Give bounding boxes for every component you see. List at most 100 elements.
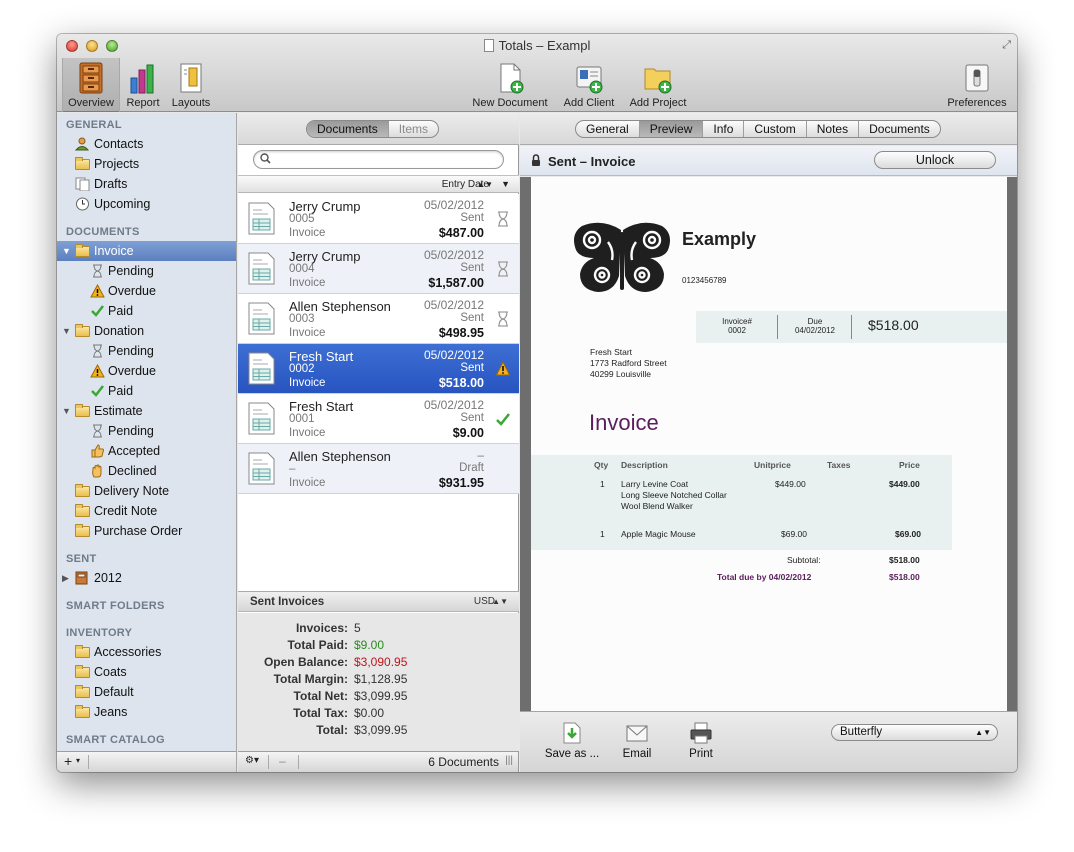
row-amount: $931.95	[438, 476, 484, 490]
disclosure-triangle-icon[interactable]: ▼	[62, 241, 71, 261]
sidebar-item-label: Paid	[108, 384, 134, 398]
tab-documents[interactable]: Documents	[307, 121, 388, 137]
sidebar-item-donation-pending[interactable]: Pending	[57, 341, 236, 361]
sidebar-item-donation-overdue[interactable]: Overdue	[57, 361, 236, 381]
checkmark-icon	[91, 305, 104, 317]
search-input[interactable]	[253, 150, 504, 169]
disclosure-triangle-icon[interactable]: ▼	[62, 401, 71, 421]
invoice-document-icon	[248, 252, 275, 285]
sidebar-item-donation-paid[interactable]: Paid	[57, 381, 236, 401]
row-type: Invoice	[289, 327, 326, 339]
row-amount: $487.00	[438, 226, 484, 240]
remove-button[interactable]: –	[279, 754, 286, 768]
email-button[interactable]: Email	[619, 722, 655, 760]
summary-label: Open Balance:	[263, 655, 348, 669]
due-label: Due	[807, 317, 823, 326]
sidebar-item-donation[interactable]: ▼ Donation	[57, 321, 236, 341]
detail-bottom-bar: Save as ... Email Print Butterfly ▲▼	[520, 711, 1017, 772]
table-row[interactable]: Jerry Crump 0005 Invoice 05/02/2012 Sent…	[238, 194, 519, 244]
row-status: Sent	[460, 412, 484, 424]
toolbar-overview-button[interactable]: Overview	[62, 58, 120, 112]
row-status: Sent	[460, 312, 484, 324]
disclosure-triangle-icon[interactable]: ▼	[62, 321, 71, 341]
summary-title: Sent Invoices	[250, 596, 325, 608]
select-stepper-icon: ▲▼	[975, 728, 991, 737]
sidebar-item-invoice-paid[interactable]: Paid	[57, 301, 236, 321]
checkmark-icon	[496, 413, 510, 426]
table-row[interactable]: Fresh Start 0001 Invoice 05/02/2012 Sent…	[238, 394, 519, 444]
toolbar: Totals – Exampl ⤢ Overview Report Layout…	[57, 34, 1017, 112]
folder-icon	[75, 157, 90, 170]
sidebar-item-contacts[interactable]: Contacts	[57, 134, 236, 154]
gear-menu-icon[interactable]: ⚙▾	[245, 755, 259, 766]
sidebar-item-purchase-order[interactable]: Purchase Order	[57, 521, 236, 541]
fullscreen-icon[interactable]: ⤢	[1002, 39, 1011, 52]
sort-header[interactable]: Entry Date ▲▼ ▼	[238, 175, 519, 193]
print-button[interactable]: Print	[685, 722, 717, 760]
sort-stepper-icon[interactable]: ▲▼	[477, 176, 493, 193]
tab-preview[interactable]: Preview	[638, 121, 703, 137]
toolbar-layouts-button[interactable]: Layouts	[168, 62, 214, 109]
sidebar-item-sent-2012[interactable]: ▶ 2012	[57, 568, 236, 588]
divider	[851, 315, 852, 339]
toolbar-report-button[interactable]: Report	[123, 62, 163, 109]
layout-select[interactable]: Butterfly ▲▼	[831, 724, 998, 741]
table-row-selected[interactable]: Fresh Start 0002 Invoice 05/02/2012 Sent…	[238, 344, 519, 394]
table-row[interactable]: Allen Stephenson 0003 Invoice 05/02/2012…	[238, 294, 519, 344]
save-as-button[interactable]: Save as ...	[544, 722, 600, 760]
toolbar-layouts-label: Layouts	[171, 97, 211, 109]
sidebar-item-estimate-declined[interactable]: Declined	[57, 461, 236, 481]
tab-custom[interactable]: Custom	[743, 121, 805, 137]
add-item-button[interactable]: +	[64, 753, 72, 769]
sidebar-item-credit-note[interactable]: Credit Note	[57, 501, 236, 521]
sort-menu-chevron-icon[interactable]: ▼	[501, 176, 510, 193]
column-header-qty: Qty	[594, 460, 609, 470]
window-title: Totals – Exampl	[57, 38, 1017, 53]
add-menu-chevron-icon[interactable]: ▾	[76, 756, 80, 765]
toolbar-preferences-button[interactable]: Preferences	[944, 62, 1010, 109]
resize-grip-icon[interactable]: |||	[505, 755, 513, 766]
sidebar-item-estimate-pending[interactable]: Pending	[57, 421, 236, 441]
sidebar-item-jeans[interactable]: Jeans	[57, 702, 236, 722]
checkmark-icon	[91, 385, 104, 397]
invoice-document-icon	[248, 352, 275, 385]
sidebar-item-upcoming[interactable]: Upcoming	[57, 194, 236, 214]
folder-icon	[75, 524, 90, 537]
unlock-button[interactable]: Unlock	[874, 151, 996, 169]
summary-value: $3,099.95	[354, 689, 408, 703]
row-number: 0003	[289, 313, 315, 325]
sidebar-item-delivery-note[interactable]: Delivery Note	[57, 481, 236, 501]
sidebar-item-invoice-overdue[interactable]: Overdue	[57, 281, 236, 301]
thumbs-up-icon	[91, 444, 104, 458]
sidebar-item-estimate[interactable]: ▼ Estimate	[57, 401, 236, 421]
total-due-value: $518.00	[889, 572, 920, 582]
toolbar-add-project-button[interactable]: Add Project	[625, 62, 691, 109]
table-row[interactable]: Jerry Crump 0004 Invoice 05/02/2012 Sent…	[238, 244, 519, 294]
row-date: 05/02/2012	[423, 248, 484, 262]
sidebar-item-invoice[interactable]: ▼ Invoice	[57, 241, 236, 261]
item-price: $69.00	[895, 529, 921, 539]
due-date: 04/02/2012	[794, 326, 836, 335]
toolbar-new-document-button[interactable]: New Document	[468, 62, 552, 109]
sidebar-item-accessories[interactable]: Accessories	[57, 642, 236, 662]
tab-documents[interactable]: Documents	[858, 121, 940, 137]
toolbar-add-client-button[interactable]: Add Client	[559, 62, 619, 109]
sidebar-item-drafts[interactable]: Drafts	[57, 174, 236, 194]
disclosure-triangle-collapsed-icon[interactable]: ▶	[62, 568, 69, 588]
hourglass-icon	[498, 211, 508, 227]
table-row[interactable]: Allen Stephenson – Invoice – Draft $931.…	[238, 444, 519, 494]
sidebar-item-invoice-pending[interactable]: Pending	[57, 261, 236, 281]
sidebar-item-coats[interactable]: Coats	[57, 662, 236, 682]
tab-info[interactable]: Info	[702, 121, 743, 137]
tab-items[interactable]: Items	[387, 121, 438, 137]
sidebar-item-default[interactable]: Default	[57, 682, 236, 702]
sidebar-item-projects[interactable]: Projects	[57, 154, 236, 174]
currency-stepper-icon[interactable]: ▲▼	[492, 592, 508, 612]
summary-label: Total Net:	[293, 689, 348, 703]
sidebar-item-estimate-accepted[interactable]: Accepted	[57, 441, 236, 461]
tab-notes[interactable]: Notes	[805, 121, 858, 137]
sidebar-item-label: Pending	[108, 424, 154, 438]
list-header: Documents Items	[238, 113, 519, 145]
tab-general[interactable]: General	[576, 121, 639, 137]
folder-icon	[75, 504, 90, 517]
